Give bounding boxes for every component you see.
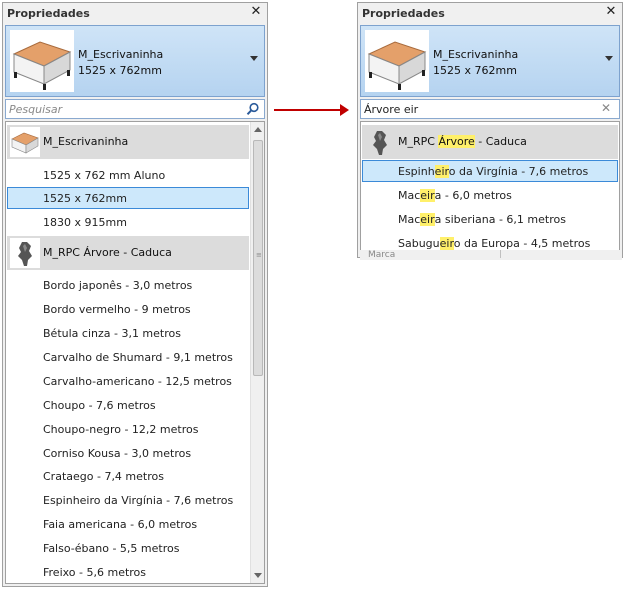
properties-row-partial: Marca: [360, 250, 622, 260]
close-icon[interactable]: ✕: [604, 4, 618, 19]
panel-title: Propriedades: [3, 3, 267, 23]
list-item[interactable]: Falso-ébano - 5,5 metros: [7, 537, 249, 559]
match-highlight: Árvore: [438, 135, 475, 148]
search-input[interactable]: [9, 102, 241, 117]
family-group-label: M_RPC Árvore - Caduca: [43, 246, 172, 259]
list-item[interactable]: Carvalho de Shumard - 9,1 metros: [7, 346, 249, 368]
desk-icon: [10, 30, 74, 92]
list-item[interactable]: Freixo - 5,6 metros: [7, 561, 249, 583]
result-item[interactable]: Maceira - 6,0 metros: [362, 184, 618, 206]
grip-icon: ≡: [256, 251, 262, 259]
selector-family-name: M_Escrivaninha: [433, 48, 519, 61]
list-item[interactable]: Choupo - 7,6 metros: [7, 394, 249, 416]
scroll-up-icon[interactable]: [254, 127, 262, 132]
dropdown-arrow-icon[interactable]: [250, 56, 258, 61]
result-item-selected[interactable]: Espinheiro da Virgínia - 7,6 metros: [362, 160, 618, 182]
scrollbar-thumb[interactable]: ≡: [253, 140, 263, 376]
property-label: Marca: [368, 250, 396, 260]
list-item[interactable]: 1525 x 762 mm Aluno: [7, 164, 249, 186]
list-item[interactable]: Bétula cinza - 3,1 metros: [7, 322, 249, 344]
selector-type-name: 1525 x 762mm: [78, 64, 162, 77]
family-group-tree: M_RPC Árvore - Caduca: [7, 236, 249, 270]
arrow-head-icon: [340, 104, 349, 116]
match-highlight: eir: [420, 189, 435, 202]
search-icon[interactable]: [246, 102, 260, 116]
selector-type-name: 1525 x 762mm: [433, 64, 517, 77]
match-highlight: eir: [434, 165, 449, 178]
search-results-list[interactable]: M_RPC Árvore - Caduca Espinheiro da Virg…: [360, 121, 620, 255]
properties-panel-left: Propriedades ✕ M_Escrivaninha 1525 x 762…: [2, 2, 268, 587]
dropdown-arrow-icon[interactable]: [605, 56, 613, 61]
selector-family-name: M_Escrivaninha: [78, 48, 164, 61]
clear-icon[interactable]: ✕: [601, 101, 611, 115]
panel-title: Propriedades: [358, 3, 622, 23]
desk-icon: [365, 30, 429, 92]
tree-icon: [365, 127, 395, 157]
list-item[interactable]: Choupo-negro - 12,2 metros: [7, 418, 249, 440]
type-selector[interactable]: M_Escrivaninha 1525 x 762mm: [5, 25, 265, 97]
search-box[interactable]: ✕: [360, 99, 620, 119]
scroll-down-icon[interactable]: [254, 573, 262, 578]
list-item[interactable]: 1830 x 915mm: [7, 211, 249, 233]
list-item[interactable]: Bordo japonês - 3,0 metros: [7, 274, 249, 296]
list-item[interactable]: Faia americana - 6,0 metros: [7, 513, 249, 535]
column-divider: [500, 250, 501, 258]
properties-panel-right: Propriedades ✕ M_Escrivaninha 1525 x 762…: [357, 2, 623, 258]
family-group-desk: M_Escrivaninha: [7, 125, 249, 159]
search-box[interactable]: [5, 99, 265, 119]
close-icon[interactable]: ✕: [249, 4, 263, 19]
result-item[interactable]: Maceira siberiana - 6,1 metros: [362, 208, 618, 230]
type-selector[interactable]: M_Escrivaninha 1525 x 762mm: [360, 25, 620, 97]
match-highlight: eir: [420, 213, 435, 226]
vertical-scrollbar[interactable]: ≡: [250, 122, 264, 583]
list-item[interactable]: Espinheiro da Virgínia - 7,6 metros: [7, 489, 249, 511]
desk-icon: [10, 127, 40, 157]
tree-icon: [10, 238, 40, 268]
list-item[interactable]: Corniso Kousa - 3,0 metros: [7, 442, 249, 464]
list-item[interactable]: Carvalho-americano - 12,5 metros: [7, 370, 249, 392]
family-group-label: M_Escrivaninha: [43, 135, 129, 148]
search-input[interactable]: [364, 102, 596, 117]
type-list[interactable]: M_Escrivaninha 1525 x 762 mm Aluno 1525 …: [5, 121, 265, 584]
list-item[interactable]: Bordo vermelho - 9 metros: [7, 298, 249, 320]
match-highlight: eir: [439, 237, 454, 250]
family-group-label: M_RPC Árvore - Caduca: [398, 135, 527, 148]
list-item[interactable]: Crataego - 7,4 metros: [7, 465, 249, 487]
family-group-tree: M_RPC Árvore - Caduca: [362, 125, 618, 159]
arrow-icon: [274, 109, 342, 111]
list-item-selected[interactable]: 1525 x 762mm: [7, 187, 249, 209]
